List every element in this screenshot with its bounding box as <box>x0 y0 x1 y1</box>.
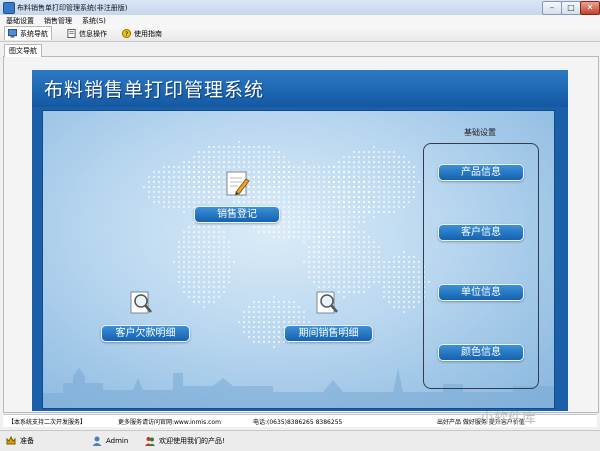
dev-service-text: 【本系统支持二次开发服务】 <box>8 419 87 426</box>
monitor-icon <box>8 29 17 38</box>
phone-text: 电话:(0635)8386265 8386255 <box>253 419 343 426</box>
help-icon: ? <box>122 29 131 38</box>
users-icon <box>145 437 155 446</box>
close-button[interactable]: ✕ <box>580 1 600 15</box>
document-icon <box>67 29 76 38</box>
status-ready-label: 准备 <box>20 437 34 445</box>
customer-info-button[interactable]: 客户信息 <box>438 224 524 241</box>
maximize-button[interactable]: □ <box>561 1 581 15</box>
sales-register-button[interactable]: 销售登记 <box>194 206 280 223</box>
tab-info-operation[interactable]: 信息操作 <box>63 26 111 41</box>
magnifier-document-icon <box>316 291 338 314</box>
magnifier-document-icon <box>130 291 152 314</box>
watermark: 小软件库 <box>480 411 536 427</box>
status-welcome: 欢迎使用我们的产品! <box>145 436 225 446</box>
minimize-button[interactable]: – <box>542 1 562 15</box>
edit-form-icon <box>226 171 250 196</box>
tab-label: 使用指南 <box>134 29 162 38</box>
tab-user-guide[interactable]: ? 使用指南 <box>118 26 166 41</box>
status-bar: 准备 Admin 欢迎使用我们的产品! <box>0 430 600 451</box>
app-icon <box>3 2 15 14</box>
tab-label: 信息操作 <box>79 29 107 38</box>
status-user: Admin <box>92 436 128 446</box>
settings-title: 基础设置 <box>464 128 496 137</box>
status-welcome-label: 欢迎使用我们的产品! <box>159 437 225 445</box>
website-text[interactable]: 更多服务请访问官网:www.inmis.com <box>118 417 221 426</box>
window-title: 布料销售单打印管理系统(非注册版) <box>17 4 128 12</box>
tab-label: 系统导航 <box>20 29 48 38</box>
status-ready: 准备 <box>6 436 34 446</box>
tab-graphic-navigation[interactable]: 图文导航 <box>4 44 42 57</box>
tab-system-navigation[interactable]: 系统导航 <box>4 26 52 40</box>
customer-debt-button[interactable]: 客户欠款明细 <box>101 325 190 342</box>
product-info-button[interactable]: 产品信息 <box>438 164 524 181</box>
app-title: 布料销售单打印管理系统 <box>44 79 265 101</box>
user-icon <box>92 436 102 446</box>
unit-info-button[interactable]: 单位信息 <box>438 284 524 301</box>
period-sales-button[interactable]: 期间销售明细 <box>284 325 373 342</box>
color-info-button[interactable]: 颜色信息 <box>438 344 524 361</box>
status-user-label: Admin <box>106 437 129 445</box>
svg-text:?: ? <box>125 31 128 38</box>
crown-icon <box>6 436 16 445</box>
